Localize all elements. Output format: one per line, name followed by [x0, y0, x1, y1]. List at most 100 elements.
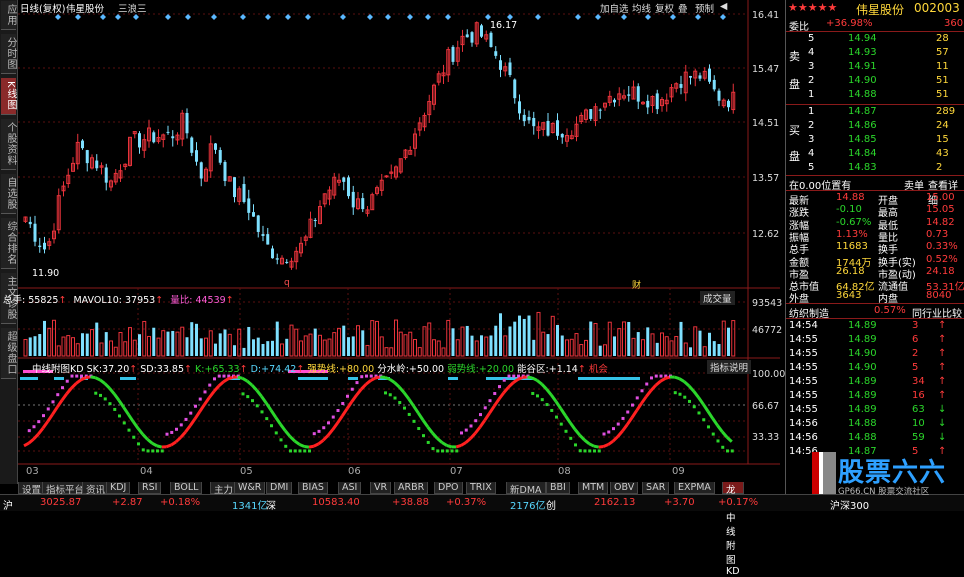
sell-order-row[interactable]: 314.9111 — [786, 61, 964, 74]
sell-order-row[interactable]: 214.9051 — [786, 75, 964, 88]
kd-dot — [698, 411, 701, 414]
tick-arrow: ↑ — [938, 376, 946, 387]
indicator-tab-17[interactable]: MTM — [578, 482, 608, 494]
indicator-tab-20[interactable]: EXPMA — [674, 482, 715, 494]
kd-line-segment — [247, 381, 252, 385]
candle-body — [727, 101, 730, 107]
indicator-tab-12[interactable]: ARBR — [394, 482, 428, 494]
volume-bar — [24, 339, 27, 356]
kd-line-segment — [133, 422, 138, 429]
left-tab-4[interactable]: 自选股 — [1, 174, 16, 214]
indicator-tab-14[interactable]: TRIX — [466, 482, 496, 494]
left-tab-3[interactable]: 个股资料 — [1, 119, 16, 170]
volume-bar — [390, 348, 393, 356]
kd-line-segment — [342, 409, 347, 416]
candle-body — [589, 109, 592, 119]
buy-order-row[interactable]: 414.8443 — [786, 148, 964, 161]
volume-bar — [561, 336, 564, 356]
kd-line-segment — [642, 397, 647, 404]
kd-line-segment — [347, 402, 352, 409]
volume-bar — [167, 332, 170, 356]
sell-order-row[interactable]: 414.9357 — [786, 47, 964, 60]
volume-bar — [257, 338, 260, 356]
volume-indicator-button[interactable]: 成交量 — [700, 291, 735, 305]
indicator-tab-18[interactable]: OBV — [610, 482, 638, 494]
volume-bar — [266, 341, 269, 356]
indicator-tab-11[interactable]: VR — [370, 482, 391, 494]
candle-body — [528, 117, 531, 120]
kd-line-segment — [504, 387, 509, 393]
indicator-tab-2[interactable]: 资讯 — [82, 482, 109, 494]
sell-order-row[interactable]: 514.9428 — [786, 33, 964, 46]
watermark-brand: 股票六六 — [838, 452, 946, 489]
indicator-tab-8[interactable]: DMI — [266, 482, 292, 494]
left-tab-1[interactable]: 分时图 — [1, 34, 16, 74]
kd-line-segment — [727, 437, 732, 441]
volume-bar — [461, 327, 464, 356]
kd-dot — [731, 449, 734, 452]
kd-line-segment — [328, 430, 333, 436]
indicator-tab-0[interactable]: 设置 — [18, 482, 45, 494]
quote-stat-row: 振幅1.13%量比0.73 — [786, 229, 964, 242]
event-diamond-markers — [55, 14, 726, 20]
indicator-help-button[interactable]: 指标说明 — [707, 360, 751, 374]
indicator-tab-5[interactable]: BOLL — [170, 482, 202, 494]
stat-value: 11683 — [836, 241, 868, 252]
kd-name: 中线附图KD — [32, 364, 84, 375]
indicator-tab-16[interactable]: BBI — [546, 482, 570, 494]
kd-line-segment — [518, 377, 523, 379]
sell-order-row[interactable]: 114.8851 — [786, 89, 964, 102]
left-tab-7[interactable]: 超级盘口 — [1, 328, 16, 379]
candle-body — [385, 176, 388, 177]
buy-order-row[interactable]: 514.832 — [786, 162, 964, 175]
kd-dot — [270, 424, 273, 427]
kd-line-segment — [599, 447, 604, 448]
kd-axis-2: 66.67 — [752, 401, 779, 412]
webi-value: +36.98% — [826, 18, 873, 29]
buy-order-row[interactable]: 114.87289 — [786, 106, 964, 119]
volume-bar — [646, 327, 649, 356]
kd-dot — [512, 375, 515, 378]
candle-body — [466, 34, 469, 37]
indicator-tab-10[interactable]: ASI — [338, 482, 361, 494]
candle-body — [494, 51, 497, 56]
buy-order-row[interactable]: 214.8624 — [786, 120, 964, 133]
kd-dot — [674, 391, 677, 394]
indicator-tab-13[interactable]: DPO — [434, 482, 463, 494]
quote-stat-row: 总手11683换手0.33% — [786, 241, 964, 254]
volume-bar — [190, 322, 193, 356]
kd-line-segment — [556, 402, 561, 409]
volume-bar — [532, 340, 535, 356]
indicator-tab-9[interactable]: BIAS — [298, 482, 328, 494]
kline-chart[interactable] — [18, 0, 780, 468]
kd-dot — [417, 427, 420, 430]
indicator-tab-3[interactable]: KDJ — [106, 482, 130, 494]
x-axis-label: 06 — [348, 466, 361, 477]
volume-bar — [342, 326, 345, 356]
buy-order-row[interactable]: 314.8515 — [786, 134, 964, 147]
quote-stock-code: 002003 — [914, 1, 960, 15]
volume-bar — [48, 328, 51, 356]
volume-bar — [162, 331, 165, 356]
watermark-logo: 股票六六 GP66.CN 股票交流社区 — [812, 452, 962, 496]
mavol-label: MAVOL10: — [73, 295, 121, 306]
kd-line-segment — [570, 423, 575, 430]
tick-row: 14:5514.905↑ — [786, 362, 964, 375]
indicator-tab-15[interactable]: 新DMA — [506, 482, 546, 494]
order-level: 1 — [808, 89, 814, 100]
indicator-tab-21[interactable]: 龙雀中线附图KD — [722, 482, 744, 494]
kd-dot — [422, 434, 425, 437]
candle-body — [471, 32, 474, 42]
volume-bar — [504, 336, 507, 356]
kd-line-segment — [195, 412, 200, 419]
kd-dot — [726, 449, 729, 452]
kd-line-segment — [304, 446, 309, 447]
left-tab-5[interactable]: 综合排名 — [1, 218, 16, 269]
kd-dot — [436, 449, 439, 452]
left-tab-2[interactable]: K线图 — [1, 78, 16, 115]
indicator-tab-19[interactable]: SAR — [642, 482, 669, 494]
indicator-tab-7[interactable]: W&R — [234, 482, 265, 494]
indicator-tab-4[interactable]: RSI — [138, 482, 161, 494]
kd-line-segment — [646, 390, 651, 396]
indicator-tab-6[interactable]: 主力 — [210, 482, 237, 494]
